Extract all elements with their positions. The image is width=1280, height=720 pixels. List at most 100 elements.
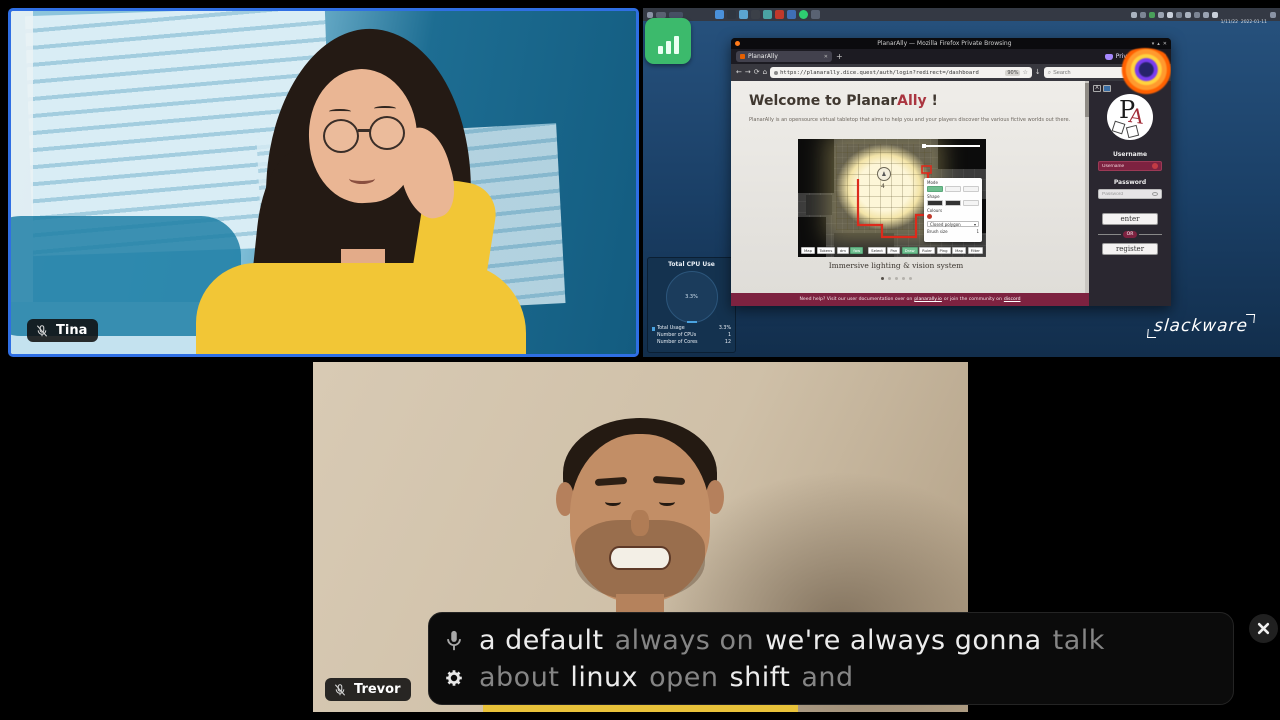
video-tile-tina[interactable]: Tina (8, 8, 639, 357)
app-icon-browser[interactable] (739, 10, 748, 19)
shape-option-pencil[interactable] (963, 200, 979, 206)
app-icon-settings[interactable] (811, 10, 820, 19)
tab-planarally[interactable]: PlanarAlly ✕ (736, 51, 832, 62)
layer-button[interactable]: Tokens (817, 247, 836, 254)
register-button[interactable]: register (1102, 243, 1158, 255)
app-icon-monitor[interactable] (799, 10, 808, 19)
carousel-dot[interactable] (909, 277, 912, 280)
layer-button[interactable]: dm (837, 247, 849, 254)
tool-button[interactable]: Pan (887, 247, 900, 254)
app-icon-terminal[interactable] (727, 10, 736, 19)
map-token[interactable]: ♟ (877, 167, 891, 181)
colour-swatch[interactable] (927, 214, 932, 219)
home-icon[interactable]: ⌂ (763, 69, 767, 76)
language-badge-a[interactable]: A (1093, 85, 1101, 92)
screenshare-tile[interactable]: 2:58 PM 15:56 1/11/22 2022-01-11 Total C… (643, 8, 1280, 357)
enter-button[interactable]: enter (1102, 213, 1158, 225)
caption-word-group: shift (730, 662, 791, 693)
url-input[interactable] (780, 70, 1003, 76)
window-shade-button[interactable]: ▾ (1152, 41, 1155, 47)
tray-icon-bluetooth[interactable] (1194, 12, 1200, 18)
clock-time: 2:58 PM 15:56 (1221, 8, 1267, 10)
site-security-icon[interactable] (774, 71, 778, 75)
tray-icon-battery[interactable] (1185, 12, 1191, 18)
tina-glasses-bridge (358, 129, 370, 132)
tab-close-icon[interactable]: ✕ (824, 54, 828, 60)
forward-icon[interactable]: → (745, 69, 751, 76)
tina-glasses-left-lens (323, 119, 359, 153)
password-input[interactable] (1102, 192, 1150, 197)
app-icon-media[interactable] (775, 10, 784, 19)
tray-icon-mixer[interactable] (1212, 12, 1218, 18)
carousel-dot[interactable] (888, 277, 891, 280)
polygon-select[interactable]: Closed polygon ▾ (927, 221, 979, 227)
chart-bar (674, 36, 679, 54)
username-field[interactable] (1098, 161, 1162, 171)
tool-button[interactable]: Ping (937, 247, 951, 254)
divider-line (1139, 234, 1162, 235)
colours-label: Colours (927, 208, 979, 213)
tool-button[interactable]: Ruler (919, 247, 935, 254)
tray-icon-network[interactable] (1131, 12, 1137, 18)
navigation-toolbar: ← → ⟳ ⌂ 90% ☆ ↓ ⌕ ☰ (731, 64, 1171, 81)
carousel-dot[interactable] (902, 277, 905, 280)
caption-word-group: linux (570, 662, 638, 693)
map-zoom-slider[interactable] (922, 145, 980, 147)
feature-screenshot-map: ♟ 4 Mode Shape (798, 139, 986, 257)
username-input[interactable] (1102, 164, 1150, 169)
download-icon[interactable]: ↓ (1035, 69, 1041, 76)
taskbar-menu-icon[interactable] (647, 12, 653, 18)
tray-icon-pencil[interactable] (1270, 12, 1276, 18)
caption-word-group: open (649, 662, 718, 693)
footer-link-discord[interactable]: discord (1004, 297, 1021, 302)
workspace-pager[interactable] (656, 12, 666, 18)
mode-option-selected[interactable] (927, 186, 943, 192)
window-maximize-button[interactable]: ▴ (1157, 41, 1160, 47)
show-password-eye-icon[interactable] (1152, 192, 1158, 196)
tray-icon-display[interactable] (1158, 12, 1164, 18)
app-icon-mail[interactable] (763, 10, 772, 19)
cpu-stat-row: Number of Cores 12 (652, 339, 731, 346)
tray-icon-volume[interactable] (1176, 12, 1182, 18)
logo-die (1126, 125, 1139, 138)
layer-button-active[interactable]: fow (850, 247, 863, 254)
captions-close-button[interactable] (1249, 614, 1278, 643)
chart-app-icon[interactable] (645, 18, 691, 64)
window-close-button[interactable]: ✕ (1163, 41, 1167, 47)
mode-option[interactable] (945, 186, 961, 192)
footer-link-planarally[interactable]: planarally.io (914, 297, 942, 302)
url-bar[interactable]: 90% ☆ (770, 67, 1032, 78)
carousel-dot[interactable] (895, 277, 898, 280)
password-label: Password (1089, 179, 1171, 186)
taskbar-window-button[interactable] (669, 12, 683, 18)
tool-button[interactable]: Filter (968, 247, 983, 254)
tool-button[interactable]: Select (868, 247, 886, 254)
window-titlebar[interactable]: PlanarAlly — Mozilla Firefox Private Bro… (731, 38, 1171, 49)
shape-option-square[interactable] (927, 200, 943, 206)
shape-option-circle[interactable] (945, 200, 961, 206)
bookmark-star-icon[interactable]: ☆ (1022, 69, 1027, 76)
page-footer: Need help? Visit our user documentation … (731, 293, 1089, 306)
tray-icon-keyboard[interactable] (1203, 12, 1209, 18)
back-icon[interactable]: ← (736, 69, 742, 76)
firefox-window[interactable]: PlanarAlly — Mozilla Firefox Private Bro… (731, 38, 1171, 306)
tray-icon-clipboard[interactable] (1167, 12, 1173, 18)
caption-word-group: always on (615, 625, 754, 656)
layer-button[interactable]: Map (801, 247, 815, 254)
tool-button[interactable]: Map (952, 247, 966, 254)
zoom-level-badge[interactable]: 90% (1005, 70, 1020, 76)
new-tab-button[interactable]: + (836, 52, 843, 61)
settings-gear-icon[interactable] (443, 665, 465, 691)
password-field[interactable] (1098, 189, 1162, 199)
slider-handle[interactable] (922, 144, 926, 148)
reload-icon[interactable]: ⟳ (754, 69, 760, 76)
carousel-dot-active[interactable] (881, 277, 884, 280)
mode-option[interactable] (963, 186, 979, 192)
tray-icon-rss[interactable] (1140, 12, 1146, 18)
app-icon-chat[interactable] (787, 10, 796, 19)
app-icon-files[interactable] (715, 10, 724, 19)
tray-icon-update[interactable] (1149, 12, 1155, 18)
app-icon-editor[interactable] (751, 10, 760, 19)
tool-button-active[interactable]: Draw (902, 247, 918, 254)
language-flag-icon[interactable] (1103, 85, 1111, 92)
